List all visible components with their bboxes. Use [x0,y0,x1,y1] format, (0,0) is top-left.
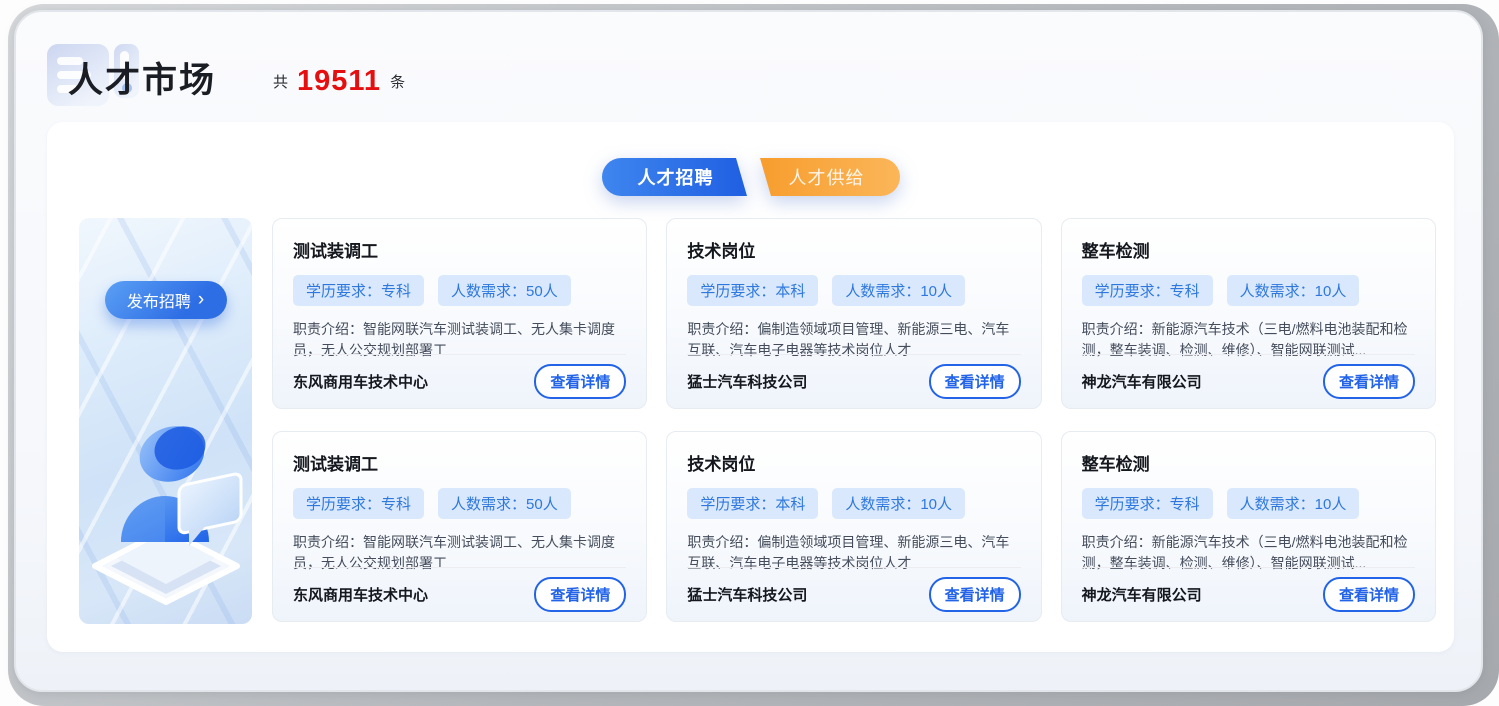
count-prefix: 共 [273,71,288,92]
company-name: 猛士汽车科技公司 [687,371,807,392]
tag-row: 学历要求：本科 人数需求：10人 [687,275,1020,306]
job-title: 技术岗位 [687,237,1020,262]
headcount-tag: 人数需求：50人 [438,275,571,306]
count-number: 19511 [297,65,381,98]
company-name: 神龙汽车有限公司 [1082,584,1202,605]
view-detail-button[interactable]: 查看详情 [534,577,626,612]
headcount-tag: 人数需求：50人 [438,488,571,519]
job-footer: 猛士汽车科技公司 查看详情 [687,567,1020,621]
company-name: 东风商用车技术中心 [293,584,428,605]
headcount-tag: 人数需求：10人 [1227,275,1360,306]
job-footer: 神龙汽车有限公司 查看详情 [1082,354,1415,408]
headcount-tag: 人数需求：10人 [832,488,965,519]
headcount-tag: 人数需求：10人 [832,275,965,306]
job-card: 技术岗位 学历要求：本科 人数需求：10人 职责介绍：偏制造领域项目管理、新能源… [666,218,1041,409]
education-tag: 学历要求：本科 [687,275,818,306]
job-card: 整车检测 学历要求：专科 人数需求：10人 职责介绍：新能源汽车技术（三电/燃料… [1061,431,1436,622]
job-footer: 猛士汽车科技公司 查看详情 [687,354,1020,408]
app-window: 人才市场 共 19511 条 [14,10,1483,692]
tag-row: 学历要求：专科 人数需求：50人 [293,488,626,519]
count-suffix: 条 [390,71,405,92]
job-footer: 神龙汽车有限公司 查看详情 [1082,567,1415,621]
tag-row: 学历要求：专科 人数需求：50人 [293,275,626,306]
job-title: 测试装调工 [293,450,626,475]
job-card: 测试装调工 学历要求：专科 人数需求：50人 职责介绍：智能网联汽车测试装调工、… [272,218,647,409]
publish-recruitment-button[interactable]: 发布招聘 › [105,281,227,319]
education-tag: 学历要求：专科 [293,275,424,306]
education-tag: 学历要求：专科 [1082,275,1213,306]
tab-recruit-label: 人才招聘 [638,164,714,190]
tab-talent-recruit[interactable]: 人才招聘 [601,157,751,197]
recruiter-illustration-panel: 发布招聘 › [79,218,252,624]
job-card: 整车检测 学历要求：专科 人数需求：10人 职责介绍：新能源汽车技术（三电/燃料… [1061,218,1436,409]
job-footer: 东风商用车技术中心 查看详情 [293,567,626,621]
job-title: 测试装调工 [293,237,626,262]
view-detail-button[interactable]: 查看详情 [534,364,626,399]
tab-talent-supply[interactable]: 人才供给 [753,157,901,197]
view-detail-button[interactable]: 查看详情 [929,577,1021,612]
job-title: 整车检测 [1082,450,1415,475]
education-tag: 学历要求：本科 [687,488,818,519]
total-count: 共 19511 条 [273,65,405,98]
job-card: 测试装调工 学历要求：专科 人数需求：50人 职责介绍：智能网联汽车测试装调工、… [272,431,647,622]
view-detail-button[interactable]: 查看详情 [1323,364,1415,399]
tab-supply-label: 人才供给 [789,164,865,190]
job-footer: 东风商用车技术中心 查看详情 [293,354,626,408]
person-with-screen-illustration [87,382,245,612]
tag-row: 学历要求：专科 人数需求：10人 [1082,488,1415,519]
job-title: 技术岗位 [687,450,1020,475]
logo-wrap: 人才市场 [47,42,207,108]
headcount-tag: 人数需求：10人 [1227,488,1360,519]
job-card-grid: 测试装调工 学历要求：专科 人数需求：50人 职责介绍：智能网联汽车测试装调工、… [272,218,1436,622]
education-tag: 学历要求：专科 [1082,488,1213,519]
tab-bar: 人才招聘 人才供给 [601,157,901,197]
tag-row: 学历要求：专科 人数需求：10人 [1082,275,1415,306]
job-title: 整车检测 [1082,237,1415,262]
company-name: 东风商用车技术中心 [293,371,428,392]
publish-button-label: 发布招聘 [127,288,191,312]
page-header: 人才市场 共 19511 条 [47,38,405,108]
page-title: 人才市场 [68,52,216,103]
company-name: 神龙汽车有限公司 [1082,371,1202,392]
job-card: 技术岗位 学历要求：本科 人数需求：10人 职责介绍：偏制造领域项目管理、新能源… [666,431,1041,622]
education-tag: 学历要求：专科 [293,488,424,519]
view-detail-button[interactable]: 查看详情 [929,364,1021,399]
main-panel: 人才招聘 人才供给 [47,122,1454,652]
tag-row: 学历要求：本科 人数需求：10人 [687,488,1020,519]
company-name: 猛士汽车科技公司 [687,584,807,605]
view-detail-button[interactable]: 查看详情 [1323,577,1415,612]
chevron-right-icon: › [198,290,204,309]
